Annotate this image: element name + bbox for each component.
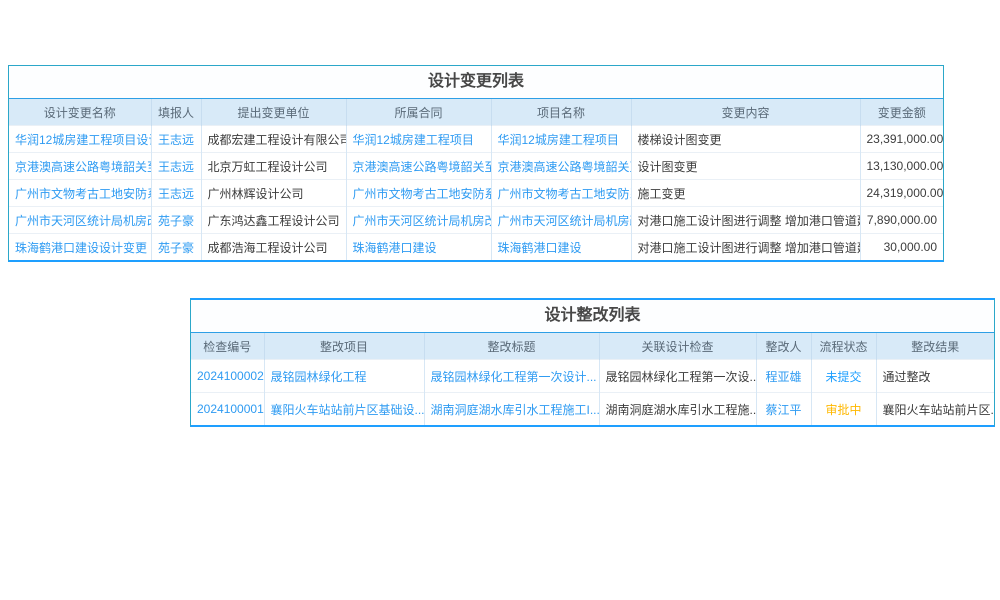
col-header-rectify-person: 整改人 [756,333,811,360]
col-header-flow-status: 流程状态 [811,333,876,360]
amount-cell: 23,391,000.00 [860,126,943,153]
change-name-link[interactable]: 京港澳高速公路粤境韶关至... [9,153,151,180]
rectify-title-link[interactable]: 晟铭园林绿化工程第一次设计... [424,360,599,393]
rectify-title-link[interactable]: 湖南洞庭湖水库引水工程施工I... [424,393,599,426]
unit-cell: 广州林辉设计公司 [201,180,346,207]
design-change-table: 设计变更名称 填报人 提出变更单位 所属合同 项目名称 变更内容 变更金额 华润… [9,99,943,260]
rectify-result-cell: 通过整改 [876,360,994,393]
change-name-link[interactable]: 华润12城房建工程项目设计... [9,126,151,153]
unit-cell: 成都宏建工程设计有限公司 [201,126,346,153]
col-header-content: 变更内容 [631,99,860,126]
header-row: 设计变更名称 填报人 提出变更单位 所属合同 项目名称 变更内容 变更金额 [9,99,943,126]
contract-link[interactable]: 广州市天河区统计局机房改... [346,207,491,234]
table-row: 京港澳高速公路粤境韶关至... 王志远 北京万虹工程设计公司 京港澳高速公路粤境… [9,153,943,180]
table-row: 2024100001 襄阳火车站站前片区基础设... 湖南洞庭湖水库引水工程施工… [191,393,994,426]
table-row: 珠海鹤港口建设设计变更 苑子豪 成都浩海工程设计公司 珠海鹤港口建设 珠海鹤港口… [9,234,943,261]
change-name-link[interactable]: 广州市天河区统计局机房改... [9,207,151,234]
amount-cell: 7,890,000.00 [860,207,943,234]
related-check-cell: 湖南洞庭湖水库引水工程施... [599,393,756,426]
design-change-panel: 设计变更列表 设计变更名称 填报人 提出变更单位 所属合同 项目名称 变更内容 … [8,65,944,262]
col-header-related-check: 关联设计检查 [599,333,756,360]
unit-cell: 成都浩海工程设计公司 [201,234,346,261]
project-link[interactable]: 广州市文物考古工地安防系... [491,180,631,207]
design-rectify-panel: 设计整改列表 检查编号 整改项目 整改标题 关联设计检查 整改人 流程状态 整改… [190,298,995,427]
flow-status-cell: 审批中 [811,393,876,426]
rectify-result-cell: 襄阳火车站站前片区... [876,393,994,426]
contract-link[interactable]: 京港澳高速公路粤境韶关至... [346,153,491,180]
status-badge: 审批中 [825,403,861,417]
content-cell: 对港口施工设计图进行调整 增加港口管道建设工程 [631,207,860,234]
col-header-check-code: 检查编号 [191,333,264,360]
content-cell: 对港口施工设计图进行调整 增加港口管道建设工程 [631,234,860,261]
rectify-person-link[interactable]: 程亚雄 [756,360,811,393]
contract-link[interactable]: 华润12城房建工程项目 [346,126,491,153]
amount-cell: 30,000.00 [860,234,943,261]
rectify-project-link[interactable]: 晟铭园林绿化工程 [264,360,424,393]
reporter-link[interactable]: 苑子豪 [151,207,201,234]
table-row: 2024100002 晟铭园林绿化工程 晟铭园林绿化工程第一次设计... 晟铭园… [191,360,994,393]
rectify-project-link[interactable]: 襄阳火车站站前片区基础设... [264,393,424,426]
content-cell: 施工变更 [631,180,860,207]
reporter-link[interactable]: 苑子豪 [151,234,201,261]
contract-link[interactable]: 广州市文物考古工地安防系... [346,180,491,207]
unit-cell: 广东鸿达鑫工程设计公司 [201,207,346,234]
col-header-rectify-result: 整改结果 [876,333,994,360]
col-header-change-name: 设计变更名称 [9,99,151,126]
reporter-link[interactable]: 王志远 [151,126,201,153]
rectify-person-link[interactable]: 蔡江平 [756,393,811,426]
project-link[interactable]: 京港澳高速公路粤境韶关至... [491,153,631,180]
col-header-unit: 提出变更单位 [201,99,346,126]
reporter-link[interactable]: 王志远 [151,180,201,207]
unit-cell: 北京万虹工程设计公司 [201,153,346,180]
amount-cell: 24,319,000.00 [860,180,943,207]
col-header-amount: 变更金额 [860,99,943,126]
project-link[interactable]: 广州市天河区统计局机房改... [491,207,631,234]
header-row: 检查编号 整改项目 整改标题 关联设计检查 整改人 流程状态 整改结果 [191,333,994,360]
check-code-link[interactable]: 2024100002 [191,360,264,393]
col-header-rectify-title: 整改标题 [424,333,599,360]
col-header-project: 项目名称 [491,99,631,126]
col-header-contract: 所属合同 [346,99,491,126]
related-check-cell: 晟铭园林绿化工程第一次设... [599,360,756,393]
col-header-rectify-project: 整改项目 [264,333,424,360]
status-badge: 未提交 [825,370,861,384]
content-cell: 设计图变更 [631,153,860,180]
check-code-link[interactable]: 2024100001 [191,393,264,426]
change-name-link[interactable]: 广州市文物考古工地安防系... [9,180,151,207]
project-link[interactable]: 华润12城房建工程项目 [491,126,631,153]
design-rectify-title: 设计整改列表 [191,300,994,333]
table-row: 华润12城房建工程项目设计... 王志远 成都宏建工程设计有限公司 华润12城房… [9,126,943,153]
amount-cell: 13,130,000.00 [860,153,943,180]
col-header-reporter: 填报人 [151,99,201,126]
design-rectify-table: 检查编号 整改项目 整改标题 关联设计检查 整改人 流程状态 整改结果 2024… [191,333,994,425]
content-cell: 楼梯设计图变更 [631,126,860,153]
contract-link[interactable]: 珠海鹤港口建设 [346,234,491,261]
table-row: 广州市天河区统计局机房改... 苑子豪 广东鸿达鑫工程设计公司 广州市天河区统计… [9,207,943,234]
change-name-link[interactable]: 珠海鹤港口建设设计变更 [9,234,151,261]
table-row: 广州市文物考古工地安防系... 王志远 广州林辉设计公司 广州市文物考古工地安防… [9,180,943,207]
flow-status-cell: 未提交 [811,360,876,393]
design-change-title: 设计变更列表 [9,66,943,99]
reporter-link[interactable]: 王志远 [151,153,201,180]
project-link[interactable]: 珠海鹤港口建设 [491,234,631,261]
